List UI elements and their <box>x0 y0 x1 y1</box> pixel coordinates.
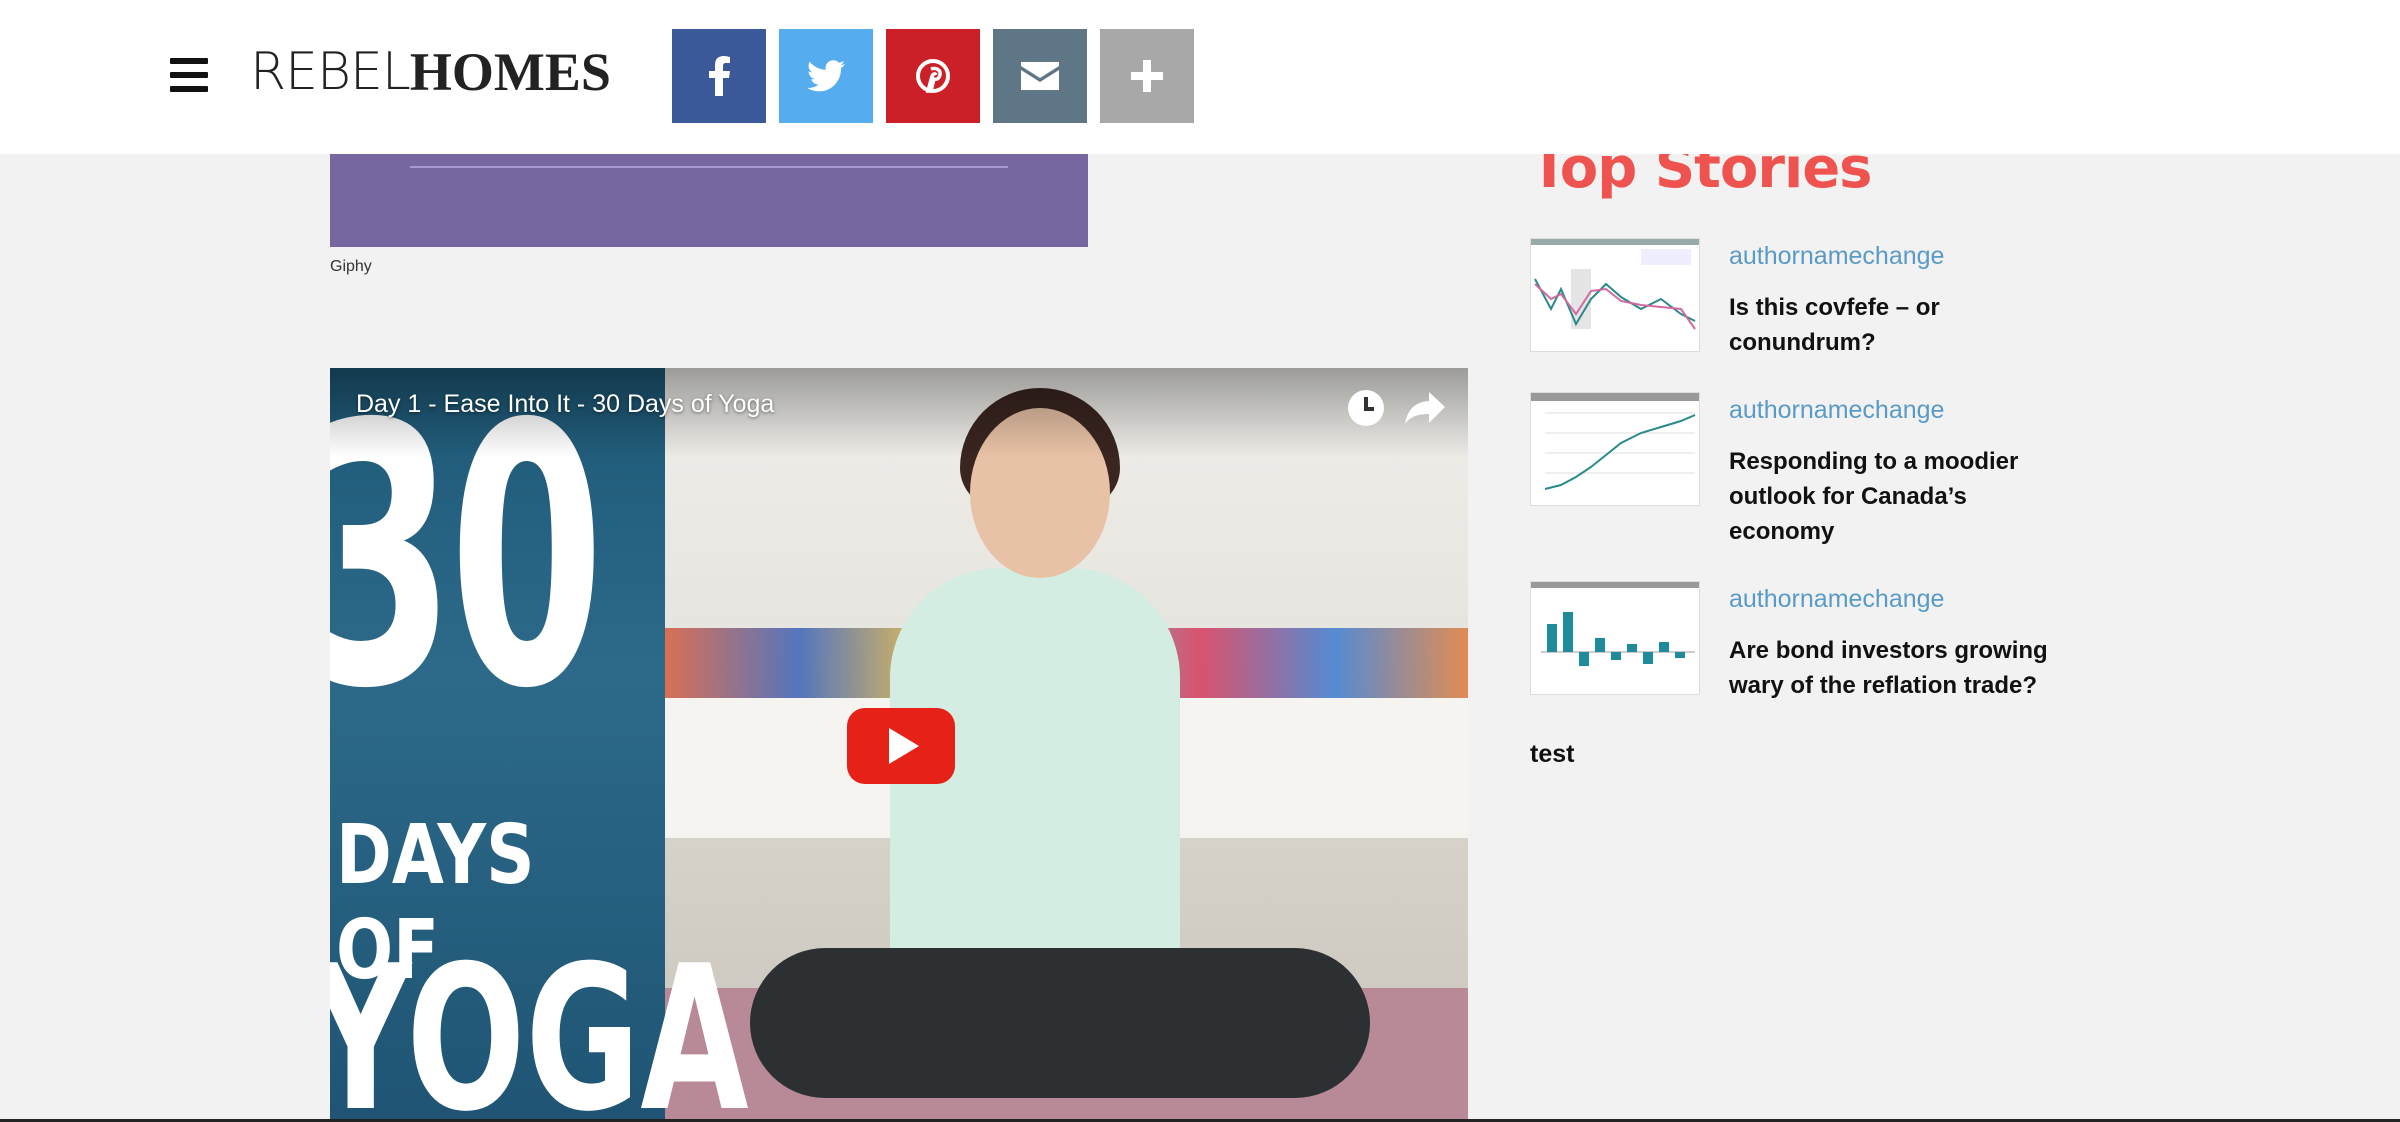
twitter-share-button[interactable] <box>779 29 873 123</box>
story-title-link[interactable]: Is this covfefe – or conundrum? <box>1729 290 2059 360</box>
video-title[interactable]: Day 1 - Ease Into It - 30 Days of Yoga <box>356 390 774 419</box>
story-thumbnail[interactable] <box>1530 581 1700 695</box>
line-chart-thumbnail-icon <box>1531 239 1699 351</box>
site-logo[interactable]: REBEL HOMES <box>250 42 611 102</box>
more-share-button[interactable] <box>1100 29 1194 123</box>
facebook-icon <box>709 56 730 96</box>
play-button[interactable] <box>847 708 955 784</box>
site-header: REBEL HOMES <box>0 0 2400 154</box>
pinterest-icon <box>916 59 950 93</box>
email-share-button[interactable] <box>993 29 1087 123</box>
giphy-image <box>330 154 1088 247</box>
giphy-image-frame <box>410 154 1008 168</box>
youtube-video-embed[interactable]: 30 DAYS OF YOGA Day 1 - Ease Into It - 3… <box>330 368 1468 1120</box>
image-caption: Giphy <box>330 258 372 275</box>
logo-light-text: REBEL <box>250 42 411 102</box>
thumb-yoga-text: YOGA <box>330 923 749 1120</box>
pinterest-share-button[interactable] <box>886 29 980 123</box>
story-author-link[interactable]: authornamechange <box>1729 242 1944 271</box>
logo-bold-text: HOMES <box>409 42 611 102</box>
facebook-share-button[interactable] <box>672 29 766 123</box>
story-thumbnail[interactable] <box>1530 392 1700 506</box>
story-author-link[interactable]: authornamechange <box>1729 585 1944 614</box>
line-chart-thumbnail-icon <box>1531 393 1699 505</box>
story-author-link[interactable]: authornamechange <box>1729 396 1944 425</box>
story-title-link[interactable]: Are bond investors growing wary of the r… <box>1729 633 2059 703</box>
hamburger-menu-icon[interactable] <box>170 58 208 92</box>
share-arrow-icon[interactable] <box>1403 388 1447 428</box>
share-bar <box>672 29 1194 123</box>
sidebar-footer-text: test <box>1530 740 1575 768</box>
twitter-icon <box>807 60 845 92</box>
watch-later-clock-icon[interactable] <box>1348 390 1384 426</box>
video-thumbnail-person-legs <box>750 948 1370 1098</box>
story-thumbnail[interactable] <box>1530 238 1700 352</box>
video-thumbnail-title-panel: 30 DAYS OF YOGA <box>330 368 749 1120</box>
story-title-link[interactable]: Responding to a moodier outlook for Cana… <box>1729 444 2059 549</box>
bar-chart-thumbnail-icon <box>1531 582 1699 694</box>
email-icon <box>1021 62 1059 90</box>
plus-icon <box>1131 60 1163 92</box>
